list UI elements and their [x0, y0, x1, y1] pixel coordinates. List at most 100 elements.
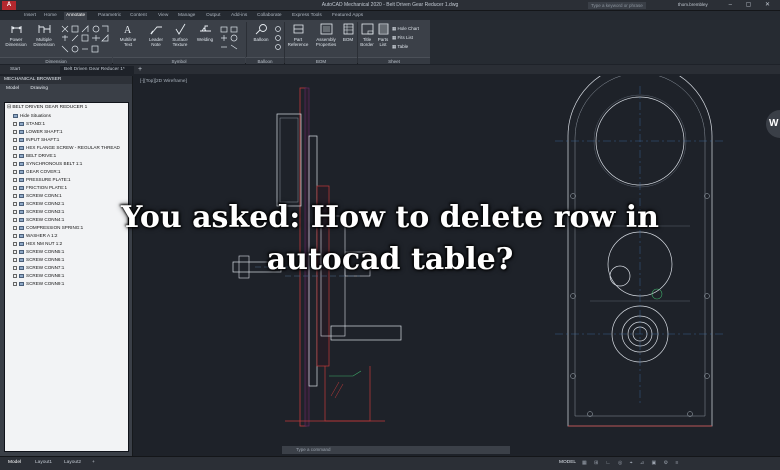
tree-item[interactable]: SYNCHRONOUS BELT 1:1 — [13, 160, 82, 167]
expand-icon — [13, 281, 17, 286]
multiple-dimension-label: Multiple Dimension — [33, 37, 55, 47]
text-icon: A — [124, 25, 132, 35]
expand-icon — [13, 185, 17, 190]
part-icon — [19, 177, 24, 182]
part-icon — [19, 153, 24, 158]
tree-item[interactable]: BELT DRIVE:1 — [13, 152, 56, 159]
tab-home[interactable]: Home — [42, 12, 59, 20]
page-headline: You asked: How to delete row in autocad … — [0, 197, 780, 281]
multiple-dimension-icon — [38, 25, 50, 33]
tree-item[interactable]: HEX FLANGE SCREW - REGULAR THREAD — [13, 144, 120, 151]
tab-collaborate[interactable]: Collaborate — [255, 12, 284, 20]
add-layout-button[interactable]: + — [92, 460, 95, 465]
hole-chart-item[interactable]: ▦ Hole Chart — [392, 24, 430, 33]
surface-texture-button[interactable]: Surface Texture — [168, 23, 192, 47]
multiline-text-button[interactable]: A Multiline Text — [114, 23, 142, 47]
tab-content[interactable]: Content — [128, 12, 149, 20]
part-icon — [19, 169, 24, 174]
tab-parametric[interactable]: Parametric — [96, 12, 123, 20]
welding-icon — [199, 25, 211, 32]
part-reference-button[interactable]: Part Reference — [286, 23, 310, 47]
parts-list-button[interactable]: Parts List — [376, 23, 390, 47]
bom-icon — [343, 23, 353, 35]
group-label-bom[interactable]: BOM — [285, 57, 357, 64]
user-account[interactable]: thom.brembley — [678, 2, 708, 7]
part-icon — [19, 121, 24, 126]
group-label-dimension[interactable]: Dimension — [0, 57, 112, 64]
expand-icon — [13, 169, 17, 174]
command-input[interactable]: Type a command — [282, 446, 510, 454]
tab-add-ins[interactable]: Add-ins — [229, 12, 249, 20]
tab-drawing[interactable]: Belt Driven Gear Reducer 1* — [60, 66, 134, 74]
expand-icon — [13, 121, 17, 126]
welding-button[interactable]: Welding — [193, 23, 217, 42]
symbol-tools-icon[interactable] — [219, 25, 243, 53]
tab-featured-apps[interactable]: Featured Apps — [330, 12, 365, 20]
title-border-button[interactable]: Title Border — [359, 23, 375, 47]
balloon-label: Balloon — [253, 37, 269, 42]
search-input[interactable]: Type a keyword or phrase — [588, 2, 646, 9]
balloon-small-tools — [274, 25, 282, 53]
multiline-text-label: Multiline Text — [119, 37, 137, 47]
status-tools[interactable]: ▦ ⊞ ∟ ◎ ⌖ ⊿ ▣ ⚙ ≡ — [582, 460, 681, 466]
group-label-balloon[interactable]: Balloon — [246, 57, 284, 64]
tree-item[interactable]: GEAR COVER:1 — [13, 168, 60, 175]
title-bar: A AutoCAD Mechanical 2020 - Belt Driven … — [0, 0, 780, 11]
browser-tab-model[interactable]: Model — [6, 86, 19, 91]
part-icon — [19, 137, 24, 142]
tab-start[interactable]: Start — [6, 66, 24, 74]
tab-express-tools[interactable]: Express Tools — [290, 12, 324, 20]
tab-manage[interactable]: Manage — [176, 12, 197, 20]
part-icon — [19, 281, 24, 286]
tab-insert[interactable]: Insert — [22, 12, 38, 20]
bom-label: BOM — [342, 37, 354, 42]
tab-view[interactable]: View — [156, 12, 170, 20]
table-item[interactable]: ▦ Table — [392, 42, 430, 51]
assembly-properties-button[interactable]: Assembly Properties — [312, 23, 340, 47]
dimension-tools-icon[interactable] — [60, 24, 112, 54]
tree-item[interactable]: LOWER SHAFT:1 — [13, 128, 63, 135]
part-reference-icon — [293, 24, 303, 34]
expand-icon — [13, 137, 17, 142]
window-controls[interactable]: – ▢ ✕ — [729, 1, 776, 8]
tab-annotate[interactable]: Annotate — [64, 12, 88, 20]
new-tab-button[interactable]: + — [134, 66, 146, 74]
layout-tab-layout1[interactable]: Layout1 — [35, 460, 52, 465]
browser-tab-drawing[interactable]: Drawing — [30, 86, 48, 91]
ribbon-empty-area — [430, 20, 780, 64]
multiple-dimension-button[interactable]: Multiple Dimension — [31, 23, 57, 47]
tree-item[interactable]: PRESSURE PLATE:1 — [13, 176, 71, 183]
balloon-tools-icon[interactable] — [274, 25, 282, 53]
tree-item[interactable]: SCREW CONN9:1 — [13, 280, 64, 287]
welding-label: Welding — [196, 37, 214, 42]
balloon-icon — [255, 24, 267, 35]
viewport-label[interactable]: [-][Top][2D Wireframe] — [140, 79, 187, 84]
parts-list-label: Parts List — [377, 37, 389, 47]
tree-item[interactable]: INPUT SHAFT:1 — [13, 136, 59, 143]
leader-note-label: Leader Note — [148, 37, 163, 47]
document-tab-bar: Start Belt Driven Gear Reducer 1* + — [0, 65, 780, 74]
tree-item[interactable]: STAND:1 — [13, 120, 45, 127]
headline-line-2: autocad table? — [266, 242, 514, 277]
power-dimension-button[interactable]: Power Dimension — [3, 23, 29, 47]
group-label-symbol[interactable]: Symbol — [113, 57, 245, 64]
tree-item[interactable]: Hide Situations — [13, 112, 51, 119]
expand-icon — [13, 161, 17, 166]
assembly-properties-label: Assembly Properties — [315, 37, 337, 47]
part-reference-label: Part Reference — [287, 37, 309, 47]
symbol-small-tools — [219, 25, 243, 53]
bom-button[interactable]: BOM — [340, 23, 356, 42]
model-space-toggle[interactable]: MODEL — [559, 460, 576, 465]
power-dimension-icon — [10, 26, 22, 33]
tree-item[interactable]: FRICTION PLATE:1 — [13, 184, 67, 191]
balloon-button[interactable]: Balloon — [249, 23, 273, 42]
tab-output[interactable]: Output — [204, 12, 222, 20]
tree-root[interactable]: ⊟ BELT DRIVEN GEAR REDUCER 1 — [7, 105, 87, 110]
group-label-sheet[interactable]: Sheet — [358, 57, 430, 64]
status-bar: Model Layout1 Layout2 + MODEL ▦ ⊞ ∟ ◎ ⌖ … — [0, 456, 780, 470]
layout-tab-layout2[interactable]: Layout2 — [64, 460, 81, 465]
layout-tab-model[interactable]: Model — [8, 460, 21, 465]
fits-list-item[interactable]: ▦ Fits List — [392, 33, 430, 42]
expand-icon — [13, 145, 17, 150]
leader-note-button[interactable]: Leader Note — [144, 23, 168, 47]
